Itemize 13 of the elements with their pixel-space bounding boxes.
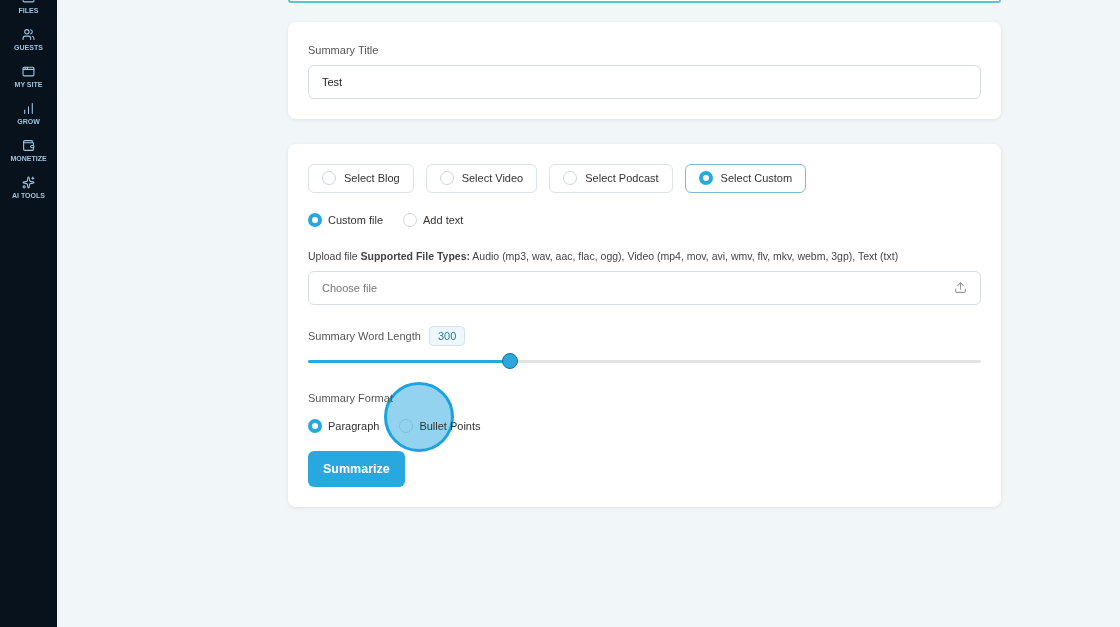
source-option[interactable]: Select Podcast <box>549 163 673 193</box>
source-option[interactable]: Select Video <box>425 163 538 193</box>
source-option[interactable]: Select Blog <box>308 163 414 193</box>
radio-label: Custom file <box>328 212 384 228</box>
upload-label: Upload file Supported File Types: Audio (mp3, wav, aac, flac, ogg), Video (mp4, mov, avi, wmv, flv, mkv, webm, 3gp), Text (txt) <box>308 249 900 264</box>
field-label: Summary Title <box>308 43 380 58</box>
value-badge: 300 <box>428 325 466 347</box>
radio-label: Add text <box>423 212 464 228</box>
radio-label: Paragraph <box>328 418 380 434</box>
field-label: Summary Word Length <box>308 328 421 344</box>
file-field[interactable]: Choose file <box>308 270 981 305</box>
source-option[interactable]: Select Custom <box>684 163 807 193</box>
title-input[interactable]: Test <box>308 64 981 99</box>
